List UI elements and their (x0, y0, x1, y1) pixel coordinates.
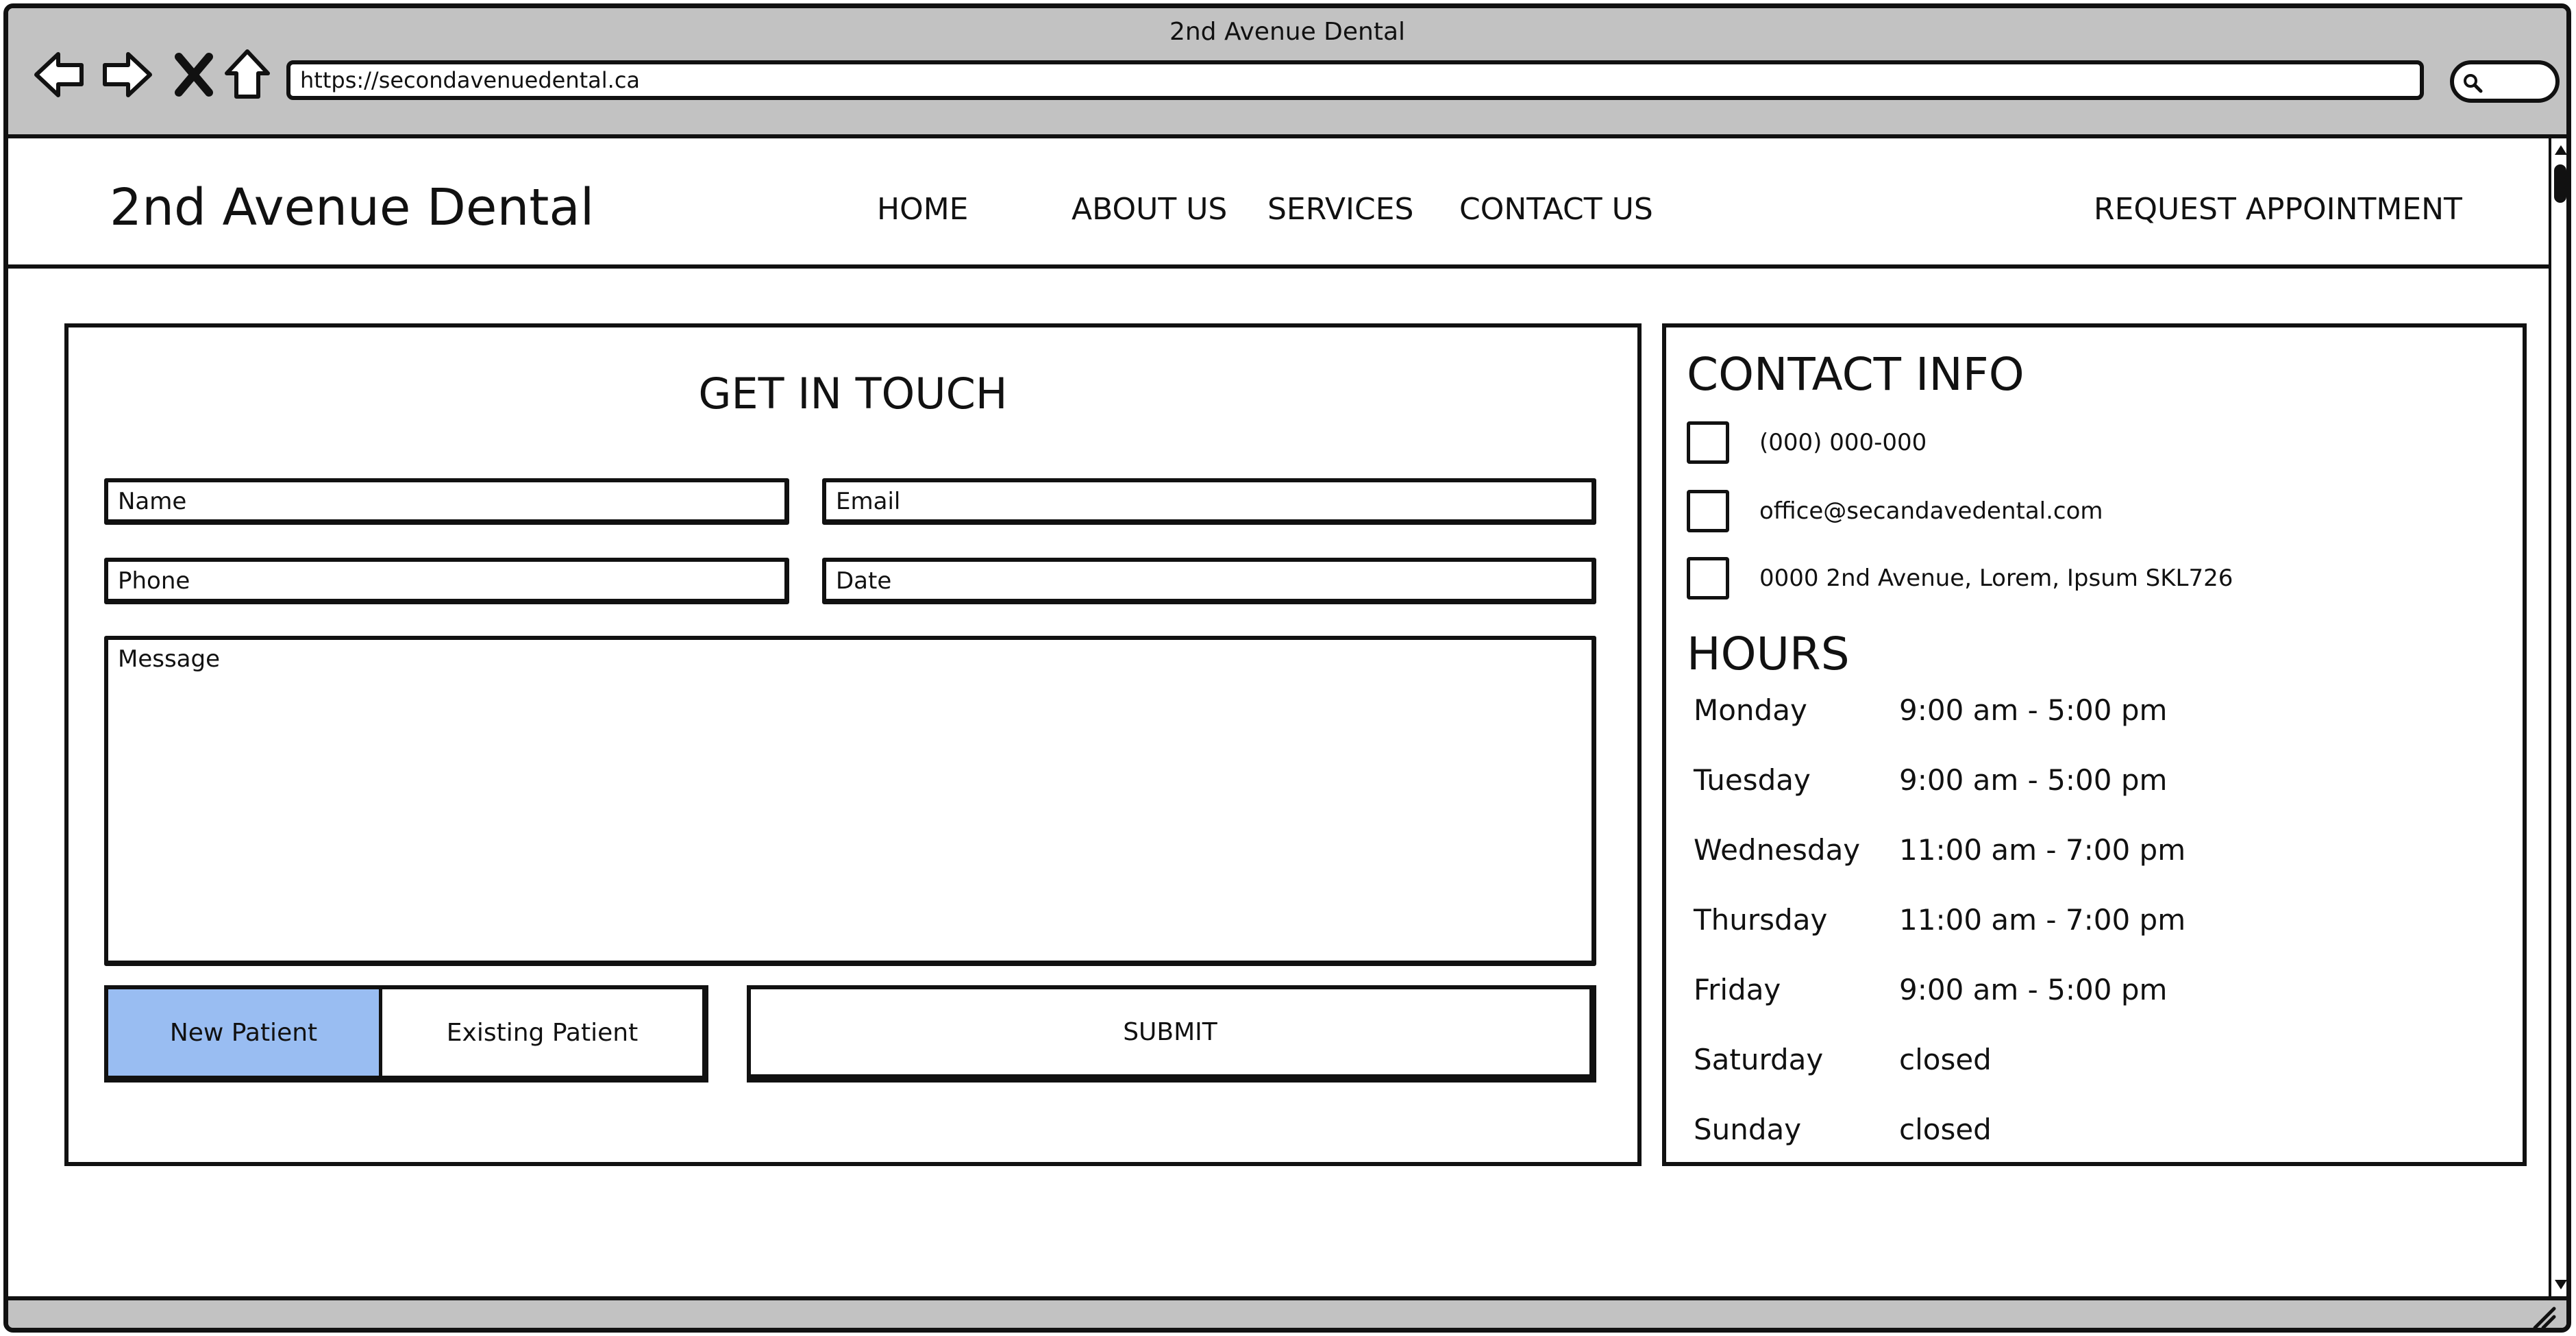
submit-button[interactable]: SUBMIT (747, 985, 1596, 1083)
location-icon (1687, 557, 1729, 599)
site-logo[interactable]: 2nd Avenue Dental (110, 178, 594, 237)
vertical-scrollbar[interactable] (2549, 138, 2568, 1296)
contact-email[interactable]: office@secandavedental.com (1759, 497, 2103, 525)
browser-search-field[interactable] (2450, 60, 2560, 103)
hours-row: Monday 9:00 am - 5:00 pm (1694, 693, 2167, 727)
hours-day: Thursday (1694, 903, 1828, 937)
close-icon[interactable] (163, 44, 225, 106)
browser-toolbar: 2nd Avenue Dental https://secondavenuede… (8, 8, 2566, 138)
date-field[interactable]: Date (822, 558, 1596, 604)
hours-time: 9:00 am - 5:00 pm (1899, 763, 2168, 797)
hours-row: Thursday 11:00 am - 7:00 pm (1694, 903, 2185, 937)
nav-contact-us[interactable]: CONTACT US (1459, 192, 1653, 227)
contact-address-row: 0000 2nd Avenue, Lorem, Ipsum SKL726 (1687, 556, 2233, 600)
hours-day: Sunday (1694, 1113, 1802, 1146)
hours-row: Sunday closed (1694, 1113, 1992, 1146)
contact-phone: (000) 000-000 (1759, 429, 1927, 456)
hours-row: Wednesday 11:00 am - 7:00 pm (1694, 833, 2185, 867)
back-arrow-icon[interactable] (29, 44, 90, 106)
new-patient-option[interactable]: New Patient (108, 989, 382, 1076)
contact-address: 0000 2nd Avenue, Lorem, Ipsum SKL726 (1759, 565, 2233, 592)
hours-day: Wednesday (1694, 833, 1861, 867)
forward-arrow-icon[interactable] (96, 44, 158, 106)
scroll-thumb[interactable] (2554, 164, 2566, 203)
contact-info-title: CONTACT INFO (1687, 348, 2024, 401)
nav-services[interactable]: SERVICES (1267, 192, 1413, 227)
scroll-down-icon[interactable] (2553, 1276, 2568, 1292)
message-field[interactable]: Message (104, 636, 1596, 966)
nav-about-us[interactable]: ABOUT US (1072, 192, 1227, 227)
window-title: 2nd Avenue Dental (1169, 18, 1406, 46)
phone-icon (1687, 421, 1729, 464)
hours-row: Tuesday 9:00 am - 5:00 pm (1694, 763, 2167, 797)
nav-request-appointment[interactable]: REQUEST APPOINTMENT (2094, 192, 2462, 227)
phone-field[interactable]: Phone (104, 558, 789, 604)
contact-email-row: office@secandavedental.com (1687, 489, 2103, 533)
contact-info-panel: CONTACT INFO (000) 000-000 office@secand… (1662, 323, 2527, 1166)
nav-home[interactable]: HOME (877, 192, 968, 227)
hours-row: Saturday closed (1694, 1043, 1992, 1076)
hours-time: 11:00 am - 7:00 pm (1899, 833, 2186, 867)
name-field[interactable]: Name (104, 478, 789, 525)
hours-title: HOURS (1687, 628, 1850, 680)
hours-day: Saturday (1694, 1043, 1824, 1076)
address-bar[interactable]: https://secondavenuedental.ca (286, 60, 2424, 100)
contact-form-panel: GET IN TOUCH Name Email Phone Date Messa… (64, 323, 1642, 1166)
email-icon (1687, 490, 1729, 532)
email-field[interactable]: Email (822, 478, 1596, 525)
status-bar (8, 1296, 2566, 1331)
existing-patient-option[interactable]: Existing Patient (382, 989, 702, 1076)
hours-time: 9:00 am - 5:00 pm (1899, 973, 2168, 1006)
browser-window: 2nd Avenue Dental https://secondavenuede… (3, 3, 2571, 1333)
hours-time: 11:00 am - 7:00 pm (1899, 903, 2186, 937)
resize-grip-icon[interactable] (2529, 1303, 2557, 1331)
hours-time: 9:00 am - 5:00 pm (1899, 693, 2168, 727)
hours-day: Tuesday (1694, 763, 1811, 797)
hours-time: closed (1899, 1043, 1992, 1076)
scroll-up-icon[interactable] (2553, 143, 2568, 159)
search-icon (2464, 74, 2483, 93)
home-icon[interactable] (216, 44, 278, 106)
hours-day: Friday (1694, 973, 1781, 1006)
page-viewport: 2nd Avenue Dental HOME ABOUT US SERVICES… (8, 138, 2549, 1296)
contact-phone-row: (000) 000-000 (1687, 421, 1927, 465)
form-title: GET IN TOUCH (698, 369, 1008, 419)
hours-row: Friday 9:00 am - 5:00 pm (1694, 973, 2167, 1006)
hours-day: Monday (1694, 693, 1807, 727)
patient-type-toggle: New Patient Existing Patient (104, 985, 708, 1083)
site-header: 2nd Avenue Dental HOME ABOUT US SERVICES… (8, 138, 2549, 269)
hours-time: closed (1899, 1113, 1992, 1146)
